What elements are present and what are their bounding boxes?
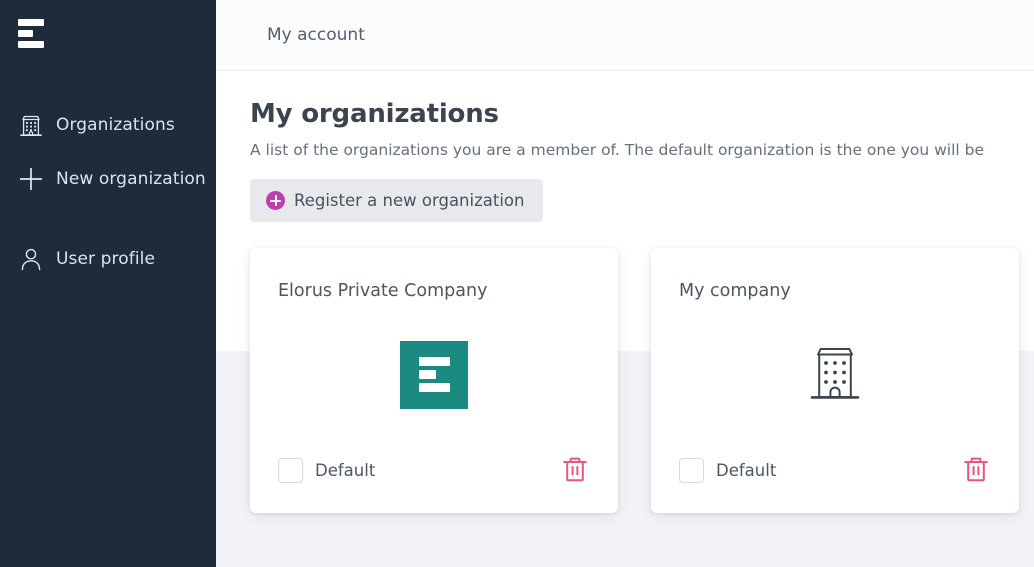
sidebar-item-label: Organizations xyxy=(56,115,175,135)
top-bar: My account xyxy=(216,0,1034,71)
organization-card-list: Elorus Private Company Default My compan… xyxy=(250,248,1034,513)
register-new-organization-button[interactable]: Register a new organization xyxy=(250,179,544,222)
content: My organizations A list of the organizat… xyxy=(216,71,1034,513)
default-checkbox-wrapper[interactable]: Default xyxy=(679,457,777,483)
organization-card[interactable]: My company Default xyxy=(651,248,1019,513)
organization-card-footer: Default xyxy=(679,454,991,513)
organization-card[interactable]: Elorus Private Company Default xyxy=(250,248,618,513)
building-placeholder-icon xyxy=(805,341,865,409)
logo-bar-bottom xyxy=(18,40,44,48)
default-checkbox-label: Default xyxy=(716,460,777,480)
elorus-logo-tile xyxy=(400,340,468,409)
delete-organization-button[interactable] xyxy=(560,454,590,486)
logo-bar-bottom xyxy=(418,383,450,392)
trash-icon xyxy=(562,455,588,486)
page-title: My organizations xyxy=(250,99,499,129)
register-button-label: Register a new organization xyxy=(294,191,525,210)
sidebar-item-new-organization[interactable]: New organization xyxy=(0,152,216,206)
elorus-logo[interactable] xyxy=(18,16,44,50)
page-breadcrumb-title: My account xyxy=(267,25,365,45)
trash-icon xyxy=(963,455,989,486)
building-icon xyxy=(18,112,44,138)
organization-name: Elorus Private Company xyxy=(278,281,488,301)
logo-bar-middle xyxy=(18,29,33,37)
sidebar-item-label: New organization xyxy=(56,169,206,189)
default-checkbox[interactable] xyxy=(278,457,303,483)
organization-name: My company xyxy=(679,281,791,301)
sidebar-item-organizations[interactable]: Organizations xyxy=(0,98,216,152)
plus-circle-icon xyxy=(266,191,285,210)
default-checkbox[interactable] xyxy=(679,457,704,483)
default-checkbox-label: Default xyxy=(315,460,376,480)
organization-logo-area xyxy=(679,301,991,454)
page-description: A list of the organizations you are a me… xyxy=(250,141,985,159)
organization-logo-area xyxy=(278,301,590,454)
app-root: Organizations New organization User prof… xyxy=(0,0,1034,567)
default-checkbox-wrapper[interactable]: Default xyxy=(278,457,376,483)
plus-icon xyxy=(18,166,44,192)
main-area: My account My organizations A list of th… xyxy=(216,0,1034,567)
logo-bar-top xyxy=(418,357,450,366)
sidebar-item-user-profile[interactable]: User profile xyxy=(0,232,216,286)
sidebar-item-label: User profile xyxy=(56,249,156,269)
sidebar: Organizations New organization User prof… xyxy=(0,0,216,567)
organization-card-footer: Default xyxy=(278,454,590,513)
delete-organization-button[interactable] xyxy=(961,454,991,486)
logo-bar-top xyxy=(18,18,44,26)
user-icon xyxy=(18,246,44,272)
logo-bar-middle xyxy=(418,370,436,379)
sidebar-nav: Organizations New organization User prof… xyxy=(0,98,216,286)
